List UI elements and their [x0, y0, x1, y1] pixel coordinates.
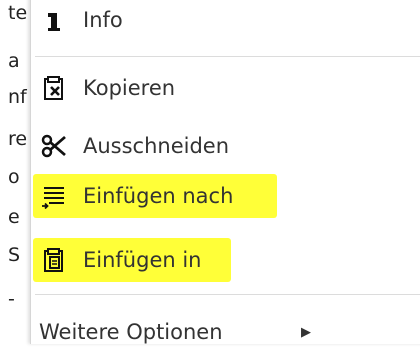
menu-item-copy[interactable]: Kopieren [31, 66, 420, 110]
menu-item-label: Einfügen in [83, 248, 202, 272]
menu-item-label: Einfügen nach [83, 184, 234, 208]
background-fragment: nf [8, 86, 27, 108]
menu-item-label: Info [83, 8, 123, 32]
context-menu: Info Kopieren Ausschneiden Einfügen nach… [30, 0, 420, 344]
menu-item-info[interactable]: Info [31, 0, 420, 42]
background-fragment: o [8, 166, 20, 188]
background-fragment: te [8, 2, 28, 24]
scissors-icon [39, 131, 69, 161]
paste-into-icon [39, 245, 69, 275]
menu-item-more-options[interactable]: Weitere Optionen ▶ [31, 310, 420, 354]
menu-item-label: Ausschneiden [83, 134, 230, 158]
background-fragment: - [8, 288, 15, 310]
info-icon [39, 5, 69, 35]
menu-item-label: Weitere Optionen [39, 320, 223, 344]
menu-separator [35, 56, 420, 57]
menu-item-label: Kopieren [83, 76, 176, 100]
chevron-right-icon: ▶ [301, 324, 311, 340]
background-fragment: a [8, 50, 20, 72]
menu-item-cut[interactable]: Ausschneiden [31, 124, 420, 168]
menu-item-paste-after[interactable]: Einfügen nach [31, 174, 420, 218]
background-fragment: e [8, 206, 20, 228]
menu-separator [35, 294, 420, 295]
paste-after-icon [39, 181, 69, 211]
menu-item-paste-into[interactable]: Einfügen in [31, 238, 420, 282]
copy-icon [39, 73, 69, 103]
background-fragment: S [8, 244, 21, 266]
background-fragment: re [8, 128, 28, 150]
